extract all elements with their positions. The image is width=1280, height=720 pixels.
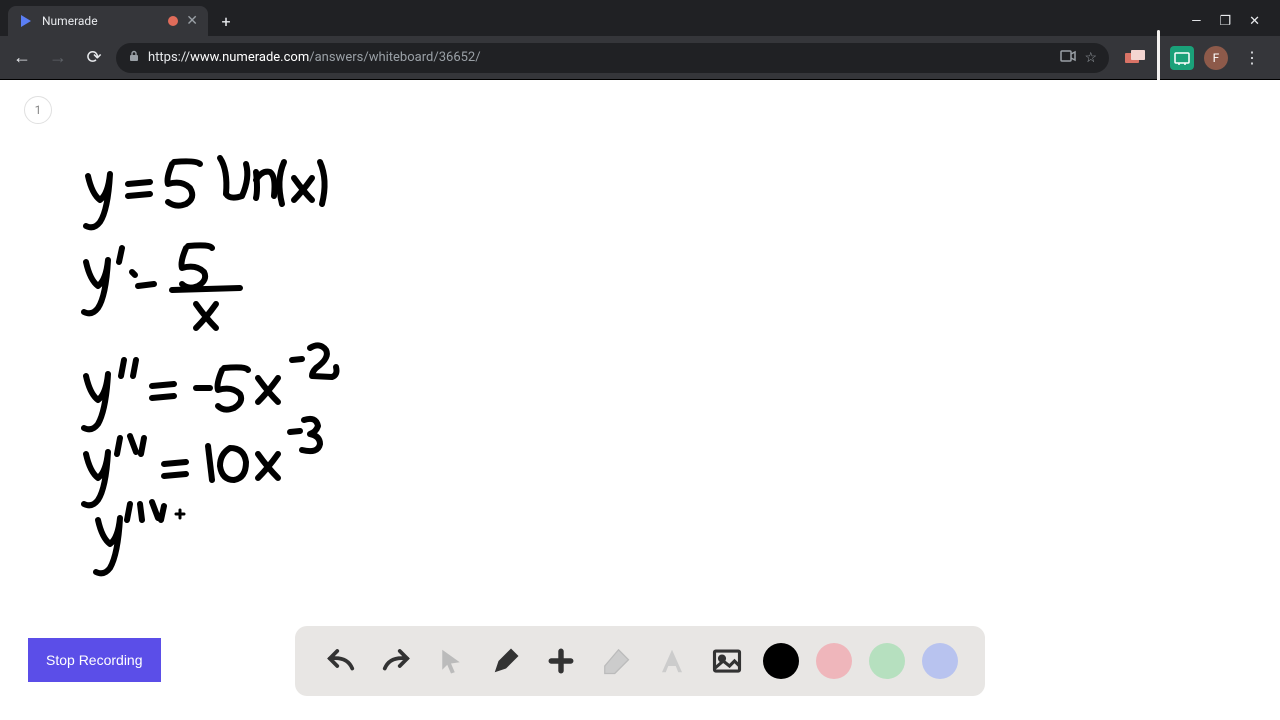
tab-bar: Numerade ✕ + — ❐ ✕: [0, 0, 1280, 36]
tab-title: Numerade: [42, 14, 160, 28]
redo-button[interactable]: [377, 642, 415, 680]
color-blue[interactable]: [922, 643, 958, 679]
nav-forward-button[interactable]: →: [44, 44, 72, 72]
text-tool[interactable]: [653, 642, 691, 680]
nav-reload-button[interactable]: ⟳: [80, 44, 108, 72]
extensions-area: F ⋮: [1117, 30, 1272, 86]
url-path: /answers/whiteboard/36652/: [309, 50, 480, 65]
add-tool[interactable]: [542, 642, 580, 680]
color-pink[interactable]: [816, 643, 852, 679]
nav-back-button[interactable]: ←: [8, 44, 36, 72]
pen-tool[interactable]: [487, 642, 525, 680]
window-maximize[interactable]: ❐: [1219, 14, 1231, 29]
window-minimize[interactable]: —: [1191, 14, 1201, 29]
window-close[interactable]: ✕: [1249, 14, 1260, 29]
undo-button[interactable]: [322, 642, 360, 680]
page-content: 1: [0, 80, 1280, 720]
profile-avatar[interactable]: F: [1204, 46, 1228, 70]
color-black[interactable]: [763, 643, 799, 679]
nav-bar: ← → ⟳ https://www.numerade.com/answers/w…: [0, 36, 1280, 80]
stop-recording-button[interactable]: Stop Recording: [28, 638, 161, 682]
handwriting-line-4: [84, 419, 320, 505]
pointer-tool[interactable]: [432, 642, 470, 680]
color-green[interactable]: [869, 643, 905, 679]
eraser-tool[interactable]: [597, 642, 635, 680]
handwriting-line-2: [84, 245, 240, 328]
image-tool[interactable]: [708, 642, 746, 680]
browser-chrome: Numerade ✕ + — ❐ ✕ ← → ⟳ https://www.num…: [0, 0, 1280, 80]
address-bar[interactable]: https://www.numerade.com/answers/whitebo…: [116, 43, 1109, 73]
toolbar-separator: [1157, 30, 1160, 86]
url-text: https://www.numerade.com/answers/whitebo…: [148, 50, 1052, 65]
bookmark-star-icon[interactable]: ☆: [1084, 50, 1097, 66]
new-tab-button[interactable]: +: [212, 7, 240, 35]
url-domain: www.numerade.com: [190, 50, 309, 65]
window-controls: — ❐ ✕: [1191, 14, 1272, 29]
whiteboard-toolbar: [295, 626, 985, 696]
whiteboard-canvas[interactable]: [0, 80, 1280, 720]
handwriting-line-1: [86, 158, 325, 227]
extension-icon-1[interactable]: [1123, 46, 1147, 70]
browser-tab[interactable]: Numerade ✕: [8, 6, 208, 36]
extension-icon-2[interactable]: [1170, 46, 1194, 70]
browser-menu-button[interactable]: ⋮: [1238, 48, 1266, 67]
url-scheme: https://: [148, 50, 190, 65]
handwriting-line-3: [84, 345, 337, 429]
tab-close-button[interactable]: ✕: [186, 13, 198, 29]
tab-favicon: [18, 13, 34, 29]
media-indicator-icon[interactable]: [1060, 50, 1076, 66]
tab-recording-indicator: [168, 16, 178, 26]
lock-icon: [128, 50, 140, 65]
handwriting-line-5: [96, 502, 184, 573]
